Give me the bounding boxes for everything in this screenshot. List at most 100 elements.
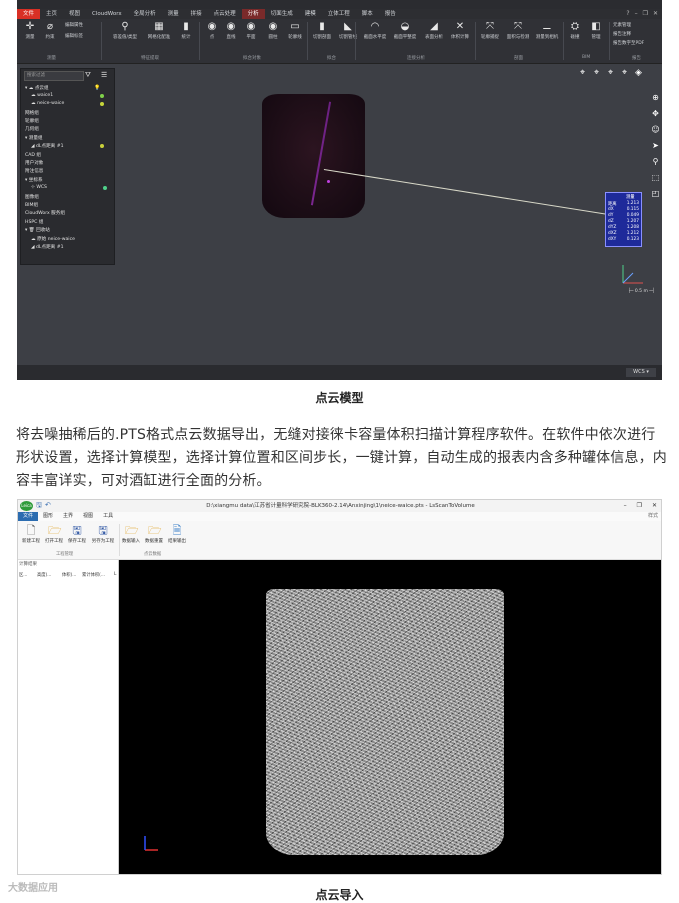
close-icon[interactable]: ✕ — [652, 500, 657, 512]
menu-pointcloud[interactable]: 点云处理 — [208, 9, 242, 19]
visibility-icon[interactable]: 💡 — [94, 85, 100, 91]
ribbon-measure-button[interactable]: ✛ 测量 — [19, 21, 41, 40]
ribbon-mesh-register-button[interactable]: ▦ 网格化配准 — [143, 21, 175, 40]
save-icon[interactable]: 🖫 — [36, 501, 42, 512]
person-icon[interactable]: ☺ — [650, 124, 661, 135]
ribbon-capture-button[interactable]: ⤧ 轮廓捕捉 — [477, 21, 503, 40]
minimize-icon[interactable]: – — [635, 10, 638, 17]
restore-icon[interactable]: ❐ — [643, 10, 648, 17]
ribbon-constraint-button[interactable]: ⌀ 约束 — [39, 21, 61, 40]
tree-item-coordsys[interactable]: ▾ 坐标系 — [25, 177, 43, 183]
menu-script[interactable]: 脚本 — [356, 9, 379, 19]
ribbon-cylinder-button[interactable]: ◉ 圆柱 — [262, 21, 284, 40]
ribbon-level-button[interactable]: ◠ 截面水平度 — [361, 21, 389, 40]
maximize-icon[interactable]: ❐ — [637, 500, 642, 512]
close-icon[interactable]: ✕ — [653, 10, 658, 17]
tree-item-geometry-group[interactable]: 几何组 — [25, 126, 39, 132]
save-project-button[interactable]: 🖫 保存工程 — [66, 524, 88, 544]
ribbon-cut-pipe-button[interactable]: ◣ 切割管线 — [335, 21, 361, 40]
grid-header[interactable]: 高度(... — [37, 572, 51, 578]
pin-icon[interactable]: ⚲ — [650, 156, 661, 167]
menu-main[interactable]: 主界 — [58, 512, 78, 521]
tree-item-distance-1b[interactable]: ◢ dL点距离 #1 — [31, 244, 64, 250]
ribbon-area-detect-button[interactable]: ⤧ 面积与检测 — [505, 21, 531, 40]
menu-home[interactable]: 主页 — [40, 9, 63, 19]
tree-item-distance-1[interactable]: ◢ dL点距离 #1 — [31, 143, 64, 149]
ribbon-contour-button[interactable]: ▭ 轮廓线 — [284, 21, 306, 40]
menu-modeling[interactable]: 建模 — [299, 9, 322, 19]
tree-item-notes[interactable]: 附注信息 — [25, 168, 43, 174]
data-reset-button[interactable]: 🗁 数据重置 — [143, 524, 165, 544]
pick-line-icon[interactable]: ⌖ — [591, 68, 602, 79]
ribbon-volume-button[interactable]: ✕ 体积计算 — [447, 21, 473, 40]
ribbon-to-camera-button[interactable]: ⚊ 测量到相机 — [533, 21, 561, 40]
ribbon-manage-button[interactable]: ◧ 管理 — [585, 21, 607, 40]
tree-item-image-group[interactable]: 图像组 — [25, 194, 39, 200]
ribbon-flatness-button[interactable]: ◒ 截面平整度 — [391, 21, 419, 40]
menu-engineering[interactable]: 立体工程 — [322, 9, 356, 19]
tree-item-cad-group[interactable]: CAD 组 — [25, 152, 41, 158]
menu-global-analysis[interactable]: 全局分析 — [128, 9, 162, 19]
grid-header[interactable]: 区... — [19, 572, 27, 578]
tree-item-bim-group[interactable]: BIM组 — [25, 202, 38, 208]
tree-item-neice-waice[interactable]: ☁ neice-waice — [31, 101, 64, 106]
menu-analysis[interactable]: 分析 — [241, 9, 265, 19]
tag-icon[interactable]: ◈ — [633, 68, 644, 79]
pick-point-icon[interactable]: ⌖ — [577, 68, 588, 79]
coordinate-system-select[interactable]: WCS ▾ — [626, 368, 656, 377]
report-item-notes[interactable]: 报告注释 — [613, 30, 644, 39]
report-item-elements[interactable]: 元素管理 — [613, 21, 644, 30]
tree-item-mesh-group[interactable]: 网格组 — [25, 110, 39, 116]
ribbon-tolerance-button[interactable]: ⚲ 容差值/类型 — [109, 21, 141, 40]
tree-item-contour-group[interactable]: 轮廓组 — [25, 118, 39, 124]
menu-section[interactable]: 切面生成 — [265, 9, 299, 19]
menu-cloudworx[interactable]: CloudWorx — [86, 9, 128, 19]
app-logo[interactable]: Leica — [20, 501, 33, 511]
menu-tools[interactable]: 工具 — [98, 512, 118, 521]
pick-cyl-icon[interactable]: ⌖ — [619, 68, 630, 79]
tree-item-original[interactable]: ☁ 原始 neice-waice — [31, 236, 75, 242]
ribbon-plane-button[interactable]: ◉ 平面 — [240, 21, 262, 40]
tree-search-input[interactable]: 搜索过滤 — [24, 71, 84, 81]
result-output-button[interactable]: 🗎 结果输出 — [166, 524, 188, 544]
menu-icon[interactable]: ☰ — [101, 71, 107, 79]
menu-report[interactable]: 报告 — [379, 9, 402, 19]
arrow-icon[interactable]: ➤ — [650, 140, 661, 151]
measurement-panel[interactable]: 测量 距离 1.213 dX 0.115 dY 0.049 dZ 1.207 dYZ 1.… — [605, 192, 642, 247]
compass-icon[interactable]: ⊕ — [650, 92, 661, 103]
tree-item-hspc[interactable]: HSPC 组 — [25, 219, 43, 225]
pointcloud-vessel[interactable] — [266, 589, 504, 855]
grid-header[interactable]: 体积(... — [62, 572, 76, 578]
ribbon-edit-props-button[interactable]: 编辑属性 编辑标签 — [65, 21, 95, 39]
cube-icon[interactable]: ⬚ — [650, 172, 661, 183]
pan-icon[interactable]: ✥ — [650, 108, 661, 119]
menu-file[interactable]: 文件 — [18, 512, 39, 521]
menu-view[interactable]: 视图 — [78, 512, 98, 521]
save-as-button[interactable]: 🖫 另存为工程 — [90, 524, 116, 544]
ribbon-collision-button[interactable]: ⛭ 碰撞 — [564, 21, 586, 40]
menu-register[interactable]: 拼接 — [185, 9, 208, 19]
open-project-button[interactable]: 🗁 打开工程 — [43, 524, 65, 544]
ribbon-surface-analysis-button[interactable]: ◢ 表面分析 — [421, 21, 447, 40]
theme-select[interactable]: 样式 — [643, 512, 661, 521]
tree-item-pointcloud-group[interactable]: ▾ ☁ 点云组 — [25, 85, 49, 91]
ribbon-stats-button[interactable]: ▮ 统计 — [175, 21, 197, 40]
3d-icon[interactable]: ◰ — [650, 188, 661, 199]
report-item-pdf[interactable]: 报告数字至PDF — [613, 39, 644, 48]
menu-file[interactable]: 文件 — [17, 9, 41, 19]
tree-item-user-objects[interactable]: 用户对象 — [25, 160, 43, 166]
new-project-button[interactable]: 🗋 新建工程 — [20, 524, 42, 544]
data-input-button[interactable]: 🗁 数据输入 — [120, 524, 142, 544]
tree-item-waice1[interactable]: ☁ waice1 — [31, 93, 53, 98]
tree-item-measure-group[interactable]: ▾ 测量组 — [25, 135, 43, 141]
menu-measure[interactable]: 测量 — [162, 9, 185, 19]
grid-header[interactable]: L — [114, 572, 116, 577]
pick-plane-icon[interactable]: ⌖ — [605, 68, 616, 79]
help-icon[interactable]: ? — [626, 10, 629, 17]
menu-view[interactable]: 视图 — [63, 9, 86, 19]
filter-icon[interactable]: ⛛ — [85, 71, 91, 80]
ribbon-line-button[interactable]: ◉ 直线 — [220, 21, 242, 40]
tree-item-cloudworx[interactable]: CloudWorx 服务组 — [25, 210, 65, 216]
grid-header[interactable]: 累计体积(... — [82, 572, 105, 578]
menu-graphics[interactable]: 图形 — [38, 512, 58, 521]
